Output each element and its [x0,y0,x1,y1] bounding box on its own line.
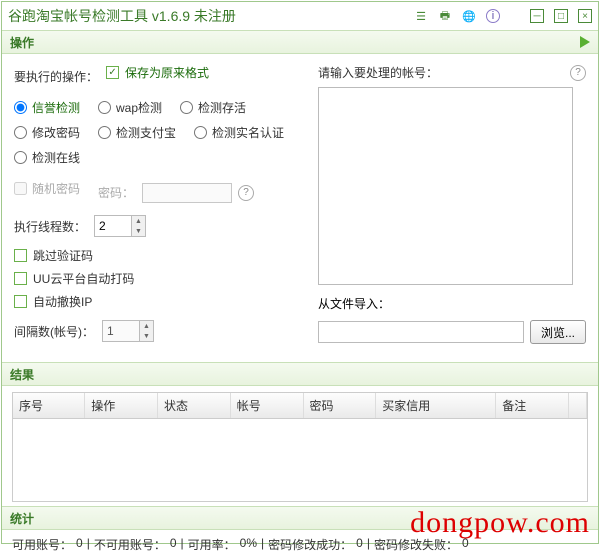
results-header: 结果 [2,362,598,386]
from-file-label: 从文件导入： [318,295,586,312]
radio-realname[interactable]: 检测实名认证 [194,124,284,141]
accounts-textarea[interactable] [318,87,573,285]
app-window: 谷跑淘宝帐号检测工具 v1.6.9 未注册 ☰ 🖶 🌐 i ─ □ × 操作 要… [1,1,599,544]
uu-auto-checkbox[interactable]: UU云平台自动打码 [14,270,304,287]
operate-title: 操作 [10,34,34,51]
stats-title: 统计 [10,510,34,527]
minimize-button[interactable]: ─ [530,9,544,23]
skip-captcha-checkbox[interactable]: 跳过验证码 [14,247,304,264]
auto-ip-checkbox[interactable]: 自动撤换IP [14,293,304,310]
check-icon [106,66,119,79]
radio-alive[interactable]: 检测存活 [180,99,246,116]
info-icon[interactable]: i [486,9,500,23]
watermark: dongpow.com [410,506,590,540]
radio-changepwd[interactable]: 修改密码 [14,124,80,141]
interval-label: 间隔数(帐号)： [14,323,94,340]
window-title: 谷跑淘宝帐号检测工具 v1.6.9 未注册 [8,6,236,26]
operation-radios: 信誉检测 wap检测 检测存活 修改密码 检测支付宝 检测实名认证 检测在线 [14,99,304,174]
up-arrow-icon: ▲ [140,321,153,331]
random-pwd-checkbox[interactable]: 随机密码 [14,180,80,197]
col-remark[interactable]: 备注 [496,393,569,419]
password-input[interactable] [142,183,232,203]
results-table-wrap[interactable]: 序号 操作 状态 帐号 密码 买家信用 备注 [12,392,588,502]
print-icon[interactable]: 🖶 [438,9,452,23]
col-spacer [569,393,587,419]
down-arrow-icon: ▼ [140,331,153,341]
operate-header: 操作 [2,30,598,54]
interval-spinner: ▲▼ [102,320,154,342]
col-credit[interactable]: 买家信用 [376,393,496,419]
radio-wap[interactable]: wap检测 [98,99,162,116]
col-pwd[interactable]: 密码 [303,393,376,419]
up-arrow-icon[interactable]: ▲ [132,216,145,226]
play-icon[interactable] [580,36,590,48]
help-icon[interactable]: ? [238,185,254,201]
threads-input[interactable] [95,216,131,236]
results-table: 序号 操作 状态 帐号 密码 买家信用 备注 [13,393,587,419]
col-status[interactable]: 状态 [158,393,231,419]
titlebar-controls: ☰ 🖶 🌐 i ─ □ × [414,9,592,23]
help-icon[interactable]: ? [570,65,586,81]
operate-body: 要执行的操作： 保存为原来格式 信誉检测 wap检测 检测存活 修改密码 检测支… [2,54,598,362]
titlebar: 谷跑淘宝帐号检测工具 v1.6.9 未注册 ☰ 🖶 🌐 i ─ □ × [2,2,598,30]
threads-label: 执行线程数： [14,218,86,235]
results-body: 序号 操作 状态 帐号 密码 买家信用 备注 [2,386,598,506]
pwd-label: 密码： [98,184,134,201]
threads-spinner[interactable]: ▲▼ [94,215,146,237]
maximize-button[interactable]: □ [554,9,568,23]
list-icon[interactable]: ☰ [414,9,428,23]
close-button[interactable]: × [578,9,592,23]
down-arrow-icon[interactable]: ▼ [132,226,145,236]
exec-op-label: 要执行的操作： [14,68,98,85]
keep-format-checkbox[interactable]: 保存为原来格式 [106,64,209,81]
col-index[interactable]: 序号 [13,393,85,419]
radio-alipay[interactable]: 检测支付宝 [98,124,176,141]
col-account[interactable]: 帐号 [230,393,303,419]
globe-icon[interactable]: 🌐 [462,9,476,23]
interval-input [103,321,139,341]
right-column: 请输入要处理的帐号： ? 从文件导入： 浏览... [318,64,586,352]
input-prompt-label: 请输入要处理的帐号： [318,64,438,81]
radio-credit[interactable]: 信誉检测 [14,99,80,116]
browse-button[interactable]: 浏览... [530,320,586,344]
radio-online[interactable]: 检测在线 [14,149,80,166]
file-path-input[interactable] [318,321,524,343]
results-title: 结果 [10,366,34,383]
left-column: 要执行的操作： 保存为原来格式 信誉检测 wap检测 检测存活 修改密码 检测支… [14,64,304,352]
col-op[interactable]: 操作 [85,393,158,419]
